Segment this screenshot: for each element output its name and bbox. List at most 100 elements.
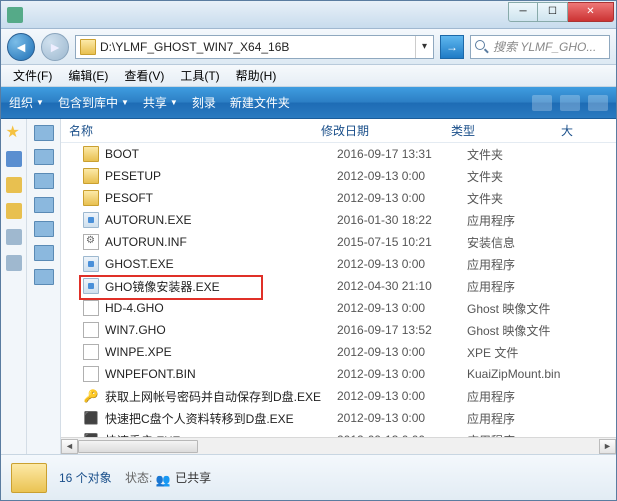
file-type: 文件夹 [467, 146, 577, 163]
include-button[interactable]: 包含到库中▼ [58, 94, 129, 111]
col-name[interactable]: 名称 [61, 122, 321, 139]
file-type: 应用程序 [467, 278, 577, 295]
file-row[interactable]: PESOFT2012-09-13 0:00文件夹 [61, 187, 616, 209]
nav-item[interactable] [34, 221, 54, 237]
file-name: GHOST.EXE [105, 257, 337, 271]
shared-icon: 👥 [156, 473, 172, 485]
file-row[interactable]: ⬛快速重启.EXE2012-09-13 0:00应用程序 [61, 429, 616, 437]
scroll-right-button[interactable]: ► [599, 439, 616, 454]
file-type: KuaiZipMount.bin [467, 367, 577, 381]
nav-item[interactable] [34, 125, 54, 141]
red-icon: ⬛ [83, 410, 99, 426]
file-name: 快速把C盘个人资料转移到D盘.EXE [105, 410, 337, 427]
scroll-left-button[interactable]: ◄ [61, 439, 78, 454]
file-row[interactable]: HD-4.GHO2012-09-13 0:00Ghost 映像文件 [61, 297, 616, 319]
favorites-star-icon[interactable]: ★ [6, 125, 22, 141]
file-type: XPE 文件 [467, 344, 577, 361]
fav-item[interactable] [6, 255, 22, 271]
file-date: 2015-07-15 10:21 [337, 235, 467, 249]
minimize-button[interactable]: ─ [508, 2, 538, 22]
file-type: Ghost 映像文件 [467, 322, 577, 339]
status-bar: 16 个对象 状态: 👥 已共享 [1, 454, 616, 500]
file-row[interactable]: GHOST.EXE2012-09-13 0:00应用程序 [61, 253, 616, 275]
close-button[interactable]: ✕ [568, 2, 614, 22]
nav-item[interactable] [34, 269, 54, 285]
fav-item[interactable] [6, 177, 22, 193]
organize-button[interactable]: 组织▼ [9, 94, 44, 111]
explorer-window: ─ ☐ ✕ ◄ ► D:\YLMF_GHOST_WIN7_X64_16B ▾ →… [0, 0, 617, 501]
file-name: AUTORUN.INF [105, 235, 337, 249]
menu-help[interactable]: 帮助(H) [228, 65, 285, 86]
file-row[interactable]: ⬛快速把C盘个人资料转移到D盘.EXE2012-09-13 0:00应用程序 [61, 407, 616, 429]
file-date: 2012-09-13 0:00 [337, 389, 467, 403]
newfolder-button[interactable]: 新建文件夹 [230, 94, 290, 111]
file-row[interactable]: 🔑获取上网帐号密码并自动保存到D盘.EXE2012-09-13 0:00应用程序 [61, 385, 616, 407]
burn-button[interactable]: 刻录 [192, 94, 216, 111]
fav-item[interactable] [6, 151, 22, 167]
file-date: 2016-01-30 18:22 [337, 213, 467, 227]
folder-icon [83, 190, 99, 206]
file-date: 2012-09-13 0:00 [337, 301, 467, 315]
scroll-track[interactable] [78, 439, 599, 454]
file-name: 获取上网帐号密码并自动保存到D盘.EXE [105, 388, 337, 405]
share-button[interactable]: 共享▼ [143, 94, 178, 111]
chevron-down-icon: ▼ [170, 98, 178, 107]
chevron-down-icon: ▼ [121, 98, 129, 107]
file-date: 2012-09-13 0:00 [337, 345, 467, 359]
file-row[interactable]: WIN7.GHO2016-09-17 13:52Ghost 映像文件 [61, 319, 616, 341]
file-name: AUTORUN.EXE [105, 213, 337, 227]
folder-icon [11, 463, 47, 493]
file-name: WIN7.GHO [105, 323, 337, 337]
file-type: 文件夹 [467, 190, 577, 207]
menu-tools[interactable]: 工具(T) [172, 65, 227, 86]
file-name: PESOFT [105, 191, 337, 205]
back-button[interactable]: ◄ [7, 33, 35, 61]
horizontal-scrollbar[interactable]: ◄ ► [61, 437, 616, 454]
folder-icon [80, 39, 96, 55]
refresh-button[interactable]: → [440, 35, 464, 59]
file-row[interactable]: WNPEFONT.BIN2012-09-13 0:00KuaiZipMount.… [61, 363, 616, 385]
fav-item[interactable] [6, 229, 22, 245]
preview-pane-icon[interactable] [560, 95, 580, 111]
file-row[interactable]: GHO镜像安装器.EXE2012-04-30 21:10应用程序 [61, 275, 616, 297]
file-date: 2012-04-30 21:10 [337, 279, 467, 293]
forward-button[interactable]: ► [41, 33, 69, 61]
fav-item[interactable] [6, 203, 22, 219]
menu-edit[interactable]: 编辑(E) [60, 65, 116, 86]
file-row[interactable]: PESETUP2012-09-13 0:00文件夹 [61, 165, 616, 187]
maximize-button[interactable]: ☐ [538, 2, 568, 22]
file-date: 2012-09-13 0:00 [337, 191, 467, 205]
file-name: WINPE.XPE [105, 345, 337, 359]
system-icon [7, 7, 23, 23]
address-bar[interactable]: D:\YLMF_GHOST_WIN7_X64_16B ▾ [75, 35, 434, 59]
col-date[interactable]: 修改日期 [321, 122, 451, 139]
view-options-icon[interactable] [532, 95, 552, 111]
file-date: 2016-09-17 13:31 [337, 147, 467, 161]
file-row[interactable]: AUTORUN.EXE2016-01-30 18:22应用程序 [61, 209, 616, 231]
nav-item[interactable] [34, 197, 54, 213]
nav-item[interactable] [34, 149, 54, 165]
file-date: 2012-09-13 0:00 [337, 367, 467, 381]
file-row[interactable]: BOOT2016-09-17 13:31文件夹 [61, 143, 616, 165]
item-count: 16 个对象 [59, 471, 112, 485]
file-row[interactable]: AUTORUN.INF2015-07-15 10:21安装信息 [61, 231, 616, 253]
titlebar[interactable]: ─ ☐ ✕ [1, 1, 616, 29]
col-type[interactable]: 类型 [451, 122, 561, 139]
menu-file[interactable]: 文件(F) [5, 65, 60, 86]
gho-icon [83, 322, 99, 338]
file-date: 2016-09-17 13:52 [337, 323, 467, 337]
nav-item[interactable] [34, 245, 54, 261]
exe-icon [83, 278, 99, 294]
address-dropdown[interactable]: ▾ [415, 36, 433, 58]
search-input[interactable]: 搜索 YLMF_GHO... [470, 35, 610, 59]
nav-item[interactable] [34, 173, 54, 189]
scroll-thumb[interactable] [78, 440, 198, 453]
file-type: 应用程序 [467, 256, 577, 273]
col-size[interactable]: 大 [561, 122, 616, 139]
help-icon[interactable] [588, 95, 608, 111]
search-placeholder: 搜索 YLMF_GHO... [493, 38, 596, 55]
file-row[interactable]: WINPE.XPE2012-09-13 0:00XPE 文件 [61, 341, 616, 363]
menu-view[interactable]: 查看(V) [116, 65, 172, 86]
column-headers: 名称 修改日期 类型 大 [61, 119, 616, 143]
address-text: D:\YLMF_GHOST_WIN7_X64_16B [100, 40, 415, 54]
